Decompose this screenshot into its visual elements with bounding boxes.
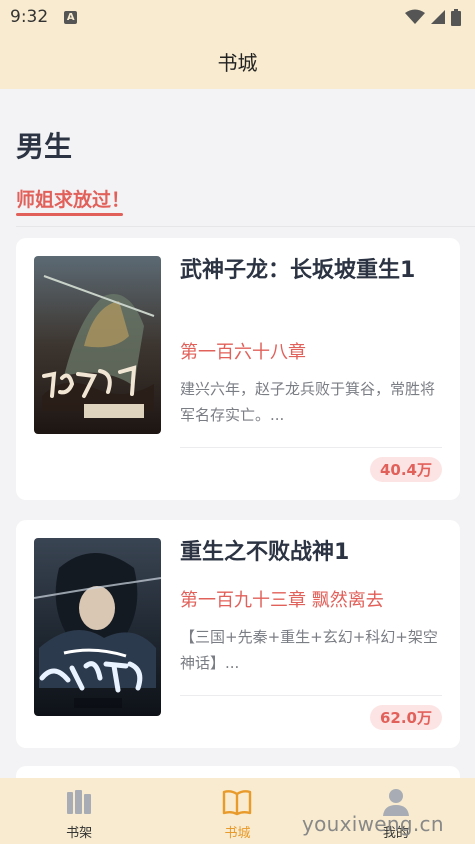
section-title: 男生	[16, 130, 73, 163]
book-divider	[180, 447, 442, 448]
page-header: 书城	[0, 34, 475, 89]
book-card[interactable]	[16, 766, 460, 778]
status-time: 9:32	[10, 7, 49, 27]
status-bar: 9:32 A	[0, 0, 475, 34]
book-title[interactable]: 重生之不败战神1	[180, 536, 442, 569]
signal-icon	[431, 10, 445, 24]
book-description: 【三国+先秦+重生+玄幻+科幻+架空神话】...	[180, 628, 438, 672]
nav-label-bookstore: 书城	[224, 826, 251, 841]
nav-item-bookshelf[interactable]: 书架	[0, 778, 158, 844]
book-card[interactable]: 重生之不败战神1 第一百九十三章 飘然离去 【三国+先秦+重生+玄幻+科幻+架空…	[16, 520, 460, 748]
nav-label-bookshelf: 书架	[66, 826, 93, 841]
section-divider	[16, 226, 475, 227]
book-chapter: 第一百九十三章 飘然离去	[180, 590, 384, 611]
nav-item-bookstore[interactable]: 书城	[158, 778, 316, 844]
open-book-icon	[223, 790, 252, 816]
wifi-icon	[405, 9, 425, 24]
book-cover-image[interactable]	[34, 538, 161, 716]
status-icons	[405, 8, 461, 26]
page-title: 书城	[217, 51, 258, 75]
tab-underline	[16, 213, 123, 216]
book-count-badge: 62.0万	[369, 705, 442, 730]
watermark: youxiweng.cn	[302, 812, 444, 836]
book-description: 建兴六年，赵子龙兵败于箕谷，常胜将军名存实亡。...	[180, 380, 436, 424]
main-content[interactable]: 男生 师姐求放过！ 武神子龙：长坂坡重生1 第一百六十八章 建兴六年，赵子龙兵败…	[0, 89, 475, 778]
book-card[interactable]: 武神子龙：长坂坡重生1 第一百六十八章 建兴六年，赵子龙兵败于箕谷，常胜将军名存…	[16, 238, 460, 500]
notification-app-icon: A	[64, 10, 78, 24]
book-chapter: 第一百六十八章	[180, 342, 306, 363]
bookshelf-icon	[67, 790, 92, 814]
book-cover-image[interactable]	[34, 256, 161, 434]
book-count-badge: 40.4万	[369, 457, 442, 482]
battery-icon	[451, 8, 461, 26]
book-divider	[180, 695, 442, 696]
book-title[interactable]: 武神子龙：长坂坡重生1	[180, 254, 442, 287]
tab-active[interactable]: 师姐求放过！	[16, 185, 130, 212]
